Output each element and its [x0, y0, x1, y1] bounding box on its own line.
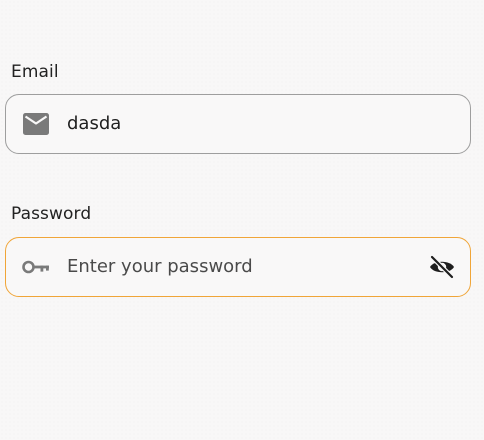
email-value[interactable]: dasda: [67, 113, 121, 135]
visibility-off-icon[interactable]: [427, 254, 457, 280]
key-icon: [22, 255, 50, 279]
password-label: Password: [11, 204, 92, 224]
password-field[interactable]: Enter your password: [5, 237, 471, 297]
mail-icon: [22, 112, 50, 136]
email-field[interactable]: dasda: [5, 94, 471, 154]
password-placeholder[interactable]: Enter your password: [67, 256, 253, 278]
email-label: Email: [11, 62, 59, 82]
login-form: Email dasda Password Enter your password: [0, 0, 484, 440]
